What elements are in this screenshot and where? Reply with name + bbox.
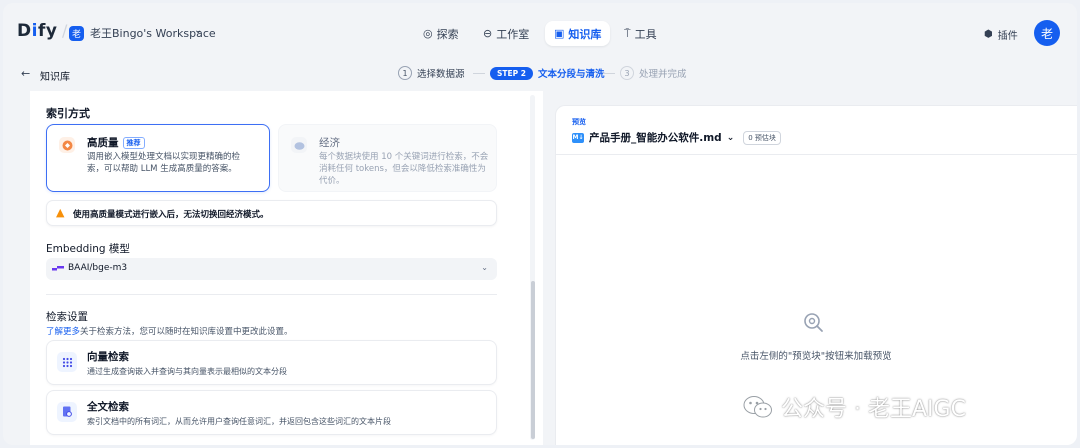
step-1: 1 选择数据源 bbox=[398, 66, 465, 80]
index-high-quality-option[interactable]: 高质量 推荐 调用嵌入模型处理文档以实现更精确的检 索，可以帮助 LLM 生成高质… bbox=[46, 124, 270, 192]
option-title: 高质量 推荐 bbox=[87, 135, 145, 150]
robot-icon: ⊖ bbox=[483, 27, 493, 40]
nav-label: 探索 bbox=[436, 27, 459, 41]
nav-knowledge[interactable]: ▣ 知识库 bbox=[545, 21, 611, 46]
plugin-button[interactable]: ⬢ 插件 bbox=[984, 27, 1018, 42]
app-window: Dify / 老 老王Bingo's Workspace ⌄ ◎ 探索 ⊖ 工作… bbox=[3, 3, 1077, 445]
nav-explore[interactable]: ◎ 探索 bbox=[414, 21, 468, 46]
preview-file-selector[interactable]: M↓ 产品手册_智能办公软件.md ⌄ 0 预估块 bbox=[572, 130, 781, 145]
back-arrow-icon[interactable]: ← bbox=[21, 67, 30, 80]
warning-text: 使用高质量模式进行嵌入后，无法切换回经济模式。 bbox=[73, 210, 269, 220]
vector-grid-icon bbox=[57, 352, 77, 372]
watermark-text: 公众号 · 老王AIGC bbox=[781, 397, 966, 422]
index-economy-option[interactable]: 经济 每个数据块使用 10 个关键词进行检索，不会 消耗任何 tokens，但会… bbox=[278, 124, 497, 192]
avatar[interactable]: 老 bbox=[1034, 20, 1060, 46]
retrieval-hint: 了解更多关于检索方法，您可以随时在知识库设置中更改此设置。 bbox=[46, 327, 293, 337]
high-quality-icon bbox=[59, 137, 75, 153]
step-number: 3 bbox=[620, 66, 634, 80]
model-provider-icon bbox=[52, 266, 64, 271]
option-description: 每个数据块使用 10 个关键词进行检索，不会 消耗任何 tokens，但会以降低… bbox=[319, 152, 489, 186]
file-name: 产品手册_智能办公软件.md bbox=[589, 132, 722, 144]
scrollbar-thumb[interactable] bbox=[531, 281, 535, 439]
retrieval-title: 检索设置 bbox=[46, 311, 88, 323]
step-label: 文本分段与清洗 bbox=[537, 69, 605, 80]
step-number: 1 bbox=[398, 66, 412, 80]
estimate-badge: 0 预估块 bbox=[743, 130, 781, 145]
compass-icon: ◎ bbox=[423, 27, 433, 40]
learn-more-link[interactable]: 了解更多 bbox=[46, 327, 80, 337]
step-header: ← 知识库 1 选择数据源 STEP 2 文本分段与清洗 3 处理并完成 bbox=[3, 59, 1077, 91]
nav-label: 工作室 bbox=[496, 27, 530, 41]
index-mode-warning: ▲ 使用高质量模式进行嵌入后，无法切换回经济模式。 bbox=[46, 200, 497, 226]
recommended-tag: 推荐 bbox=[122, 137, 145, 149]
tool-icon: ⍑ bbox=[624, 26, 631, 40]
step-number: STEP 2 bbox=[490, 66, 533, 80]
option-title: 全文检索 bbox=[87, 401, 129, 413]
cube-icon: ⬢ bbox=[984, 29, 993, 40]
step-label: 处理并完成 bbox=[639, 69, 687, 80]
warning-icon: ▲ bbox=[56, 206, 65, 219]
back-label[interactable]: 知识库 bbox=[40, 68, 70, 83]
nav-label: 知识库 bbox=[568, 27, 602, 41]
divider bbox=[46, 294, 497, 295]
search-preview-icon bbox=[804, 313, 823, 332]
document-search-icon bbox=[57, 402, 77, 422]
wechat-icon bbox=[743, 396, 772, 418]
vector-search-option[interactable]: 向量检索 通过生成查询嵌入并查询与其向量表示最相似的文本分段 bbox=[46, 340, 497, 385]
option-description: 索引文档中的所有词汇，从而允许用户查询任意词汇，并返回包含这些词汇的文本片段 bbox=[87, 417, 391, 426]
step-2: STEP 2 文本分段与清洗 bbox=[490, 66, 604, 80]
nav-label: 工具 bbox=[634, 27, 657, 41]
option-title: 向量检索 bbox=[87, 351, 129, 363]
dify-logo[interactable]: Dify bbox=[17, 21, 57, 41]
chevron-down-icon[interactable]: ⌄ bbox=[194, 25, 202, 36]
nav-studio[interactable]: ⊖ 工作室 bbox=[474, 21, 538, 46]
fulltext-search-option[interactable]: 全文检索 索引文档中的所有词汇，从而允许用户查询任意词汇，并返回包含这些词汇的文… bbox=[46, 390, 497, 435]
workspace-badge: 老 bbox=[69, 26, 84, 41]
separator: / bbox=[62, 21, 68, 40]
step-3: 3 处理并完成 bbox=[620, 66, 687, 80]
divider bbox=[556, 154, 1077, 155]
embedding-title: Embedding 模型 bbox=[46, 243, 130, 255]
chevron-down-icon: ⌄ bbox=[481, 263, 488, 272]
watermark: 公众号 · 老王AIGC bbox=[743, 391, 966, 423]
top-bar: Dify / 老 老王Bingo's Workspace ⌄ ◎ 探索 ⊖ 工作… bbox=[3, 3, 1077, 59]
selected-model: BAAI/bge-m3 bbox=[68, 263, 128, 273]
plugin-label: 插件 bbox=[997, 31, 1018, 42]
piggy-bank-icon bbox=[291, 137, 307, 153]
index-method-title: 索引方式 bbox=[46, 107, 90, 120]
step-connector bbox=[473, 73, 485, 74]
book-icon: ▣ bbox=[554, 27, 565, 40]
option-title: 经济 bbox=[319, 137, 340, 149]
preview-label: 预览 bbox=[572, 118, 586, 126]
option-description: 通过生成查询嵌入并查询与其向量表示最相似的文本分段 bbox=[87, 367, 287, 376]
markdown-file-icon: M↓ bbox=[572, 132, 584, 143]
embedding-model-select[interactable]: BAAI/bge-m3 ⌄ bbox=[46, 258, 497, 280]
preview-empty-hint: 点击左侧的"预览块"按钮来加载预览 bbox=[740, 351, 892, 362]
chevron-down-icon: ⌄ bbox=[726, 132, 735, 143]
nav-tools[interactable]: ⍑ 工具 bbox=[615, 21, 666, 46]
option-description: 调用嵌入模型处理文档以实现更精确的检 索，可以帮助 LLM 生成高质量的答案。 bbox=[87, 152, 241, 174]
step-connector bbox=[603, 73, 615, 74]
step-label: 选择数据源 bbox=[417, 69, 465, 80]
